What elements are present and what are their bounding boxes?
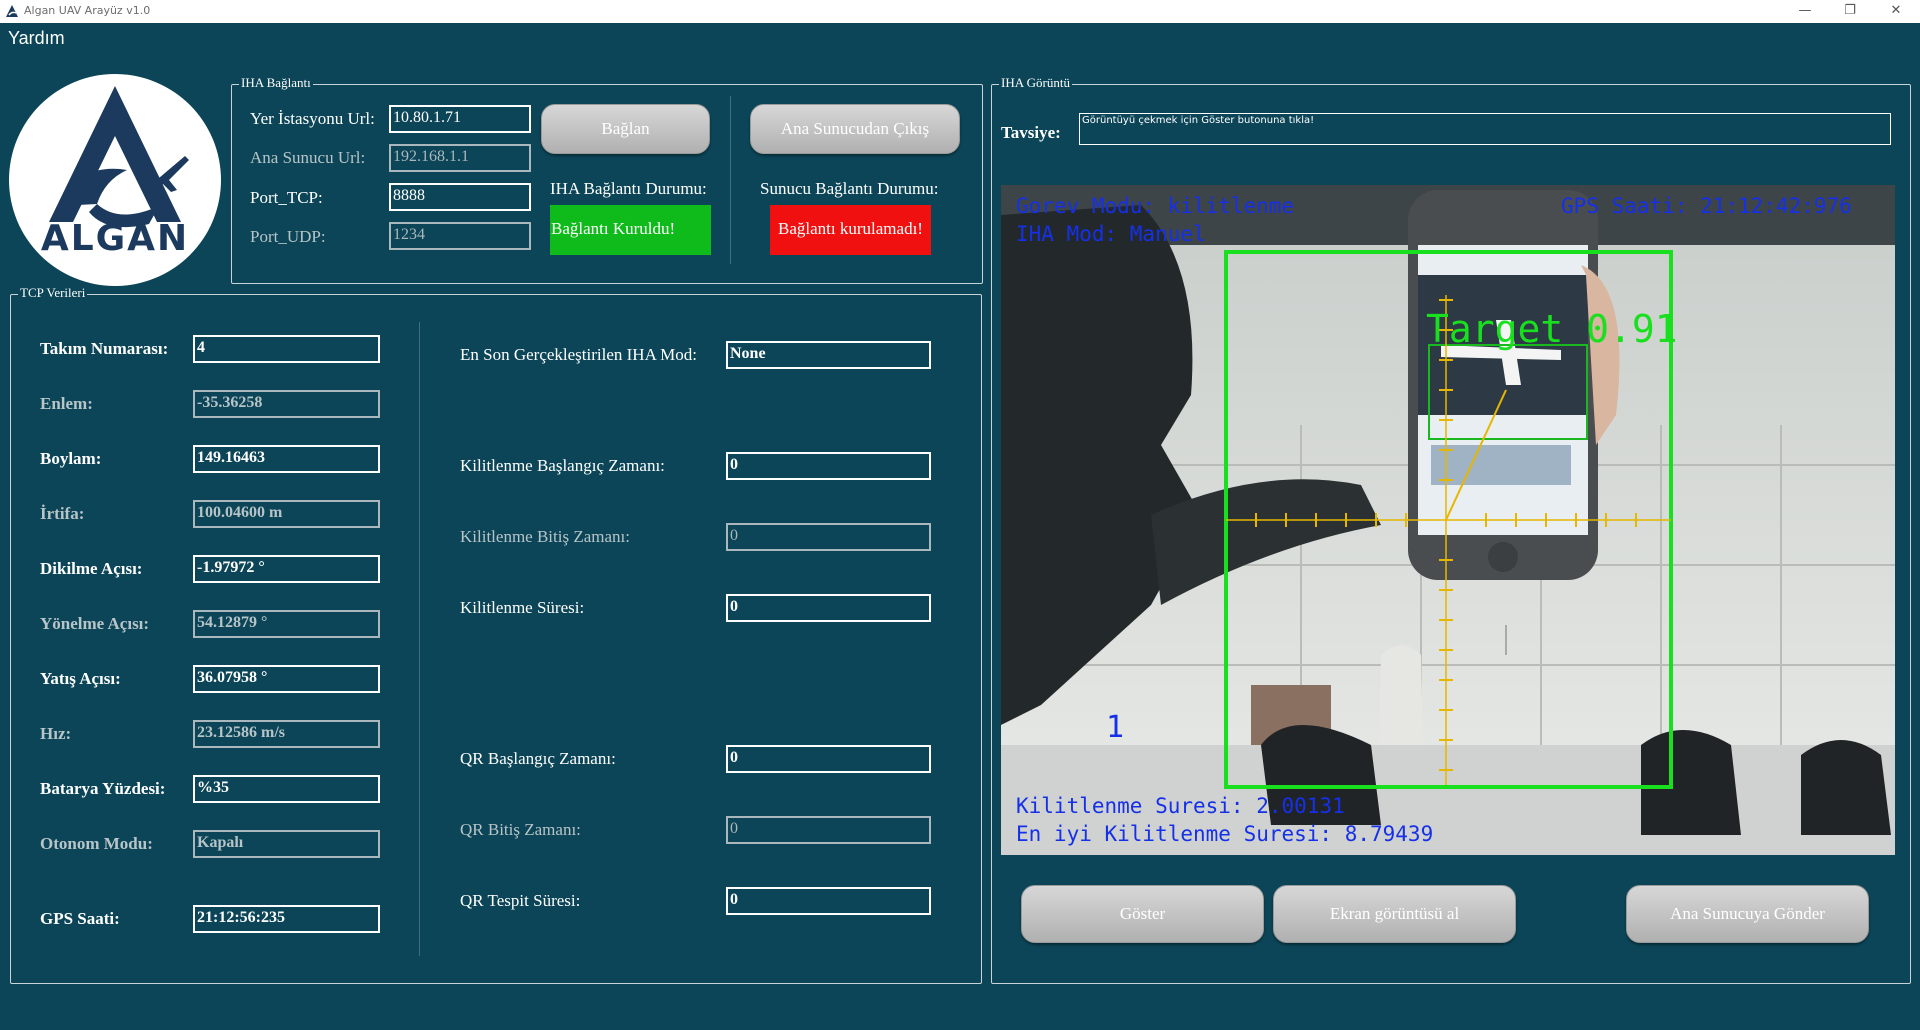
osd-counter: 1 (1106, 710, 1125, 745)
connect-button[interactable]: Bağlan (541, 104, 710, 154)
target-vector (1445, 389, 1507, 521)
qr-duration-field: 0 (726, 887, 931, 915)
port-tcp-label: Port_TCP: (250, 188, 323, 207)
algan-logo: ALGAN (9, 74, 221, 286)
app-logo-icon (6, 5, 18, 17)
osd-gps-time: GPS Saati: 21:12:42:976 (1561, 194, 1852, 218)
osd-target-label: Target 0.91 (1426, 307, 1678, 351)
overlay-graphics (1224, 250, 1673, 789)
server-status-badge: Bağlantı kurulamadı! (770, 205, 931, 255)
advice-label: Tavsiye: (1001, 123, 1061, 142)
qr-end-field: 0 (726, 816, 931, 844)
roll-field: 36.07958 ° (193, 665, 380, 693)
speed-field: 23.12586 m/s (193, 720, 380, 748)
pitch-label: Dikilme Açısı: (40, 559, 143, 578)
main-server-url-label: Ana Sunucu Url: (250, 148, 366, 167)
send-to-server-button[interactable]: Ana Sunucuya Gönder (1626, 885, 1869, 943)
latitude-field: -35.36258 (193, 390, 380, 418)
exit-server-button[interactable]: Ana Sunucudan Çıkış (750, 104, 960, 154)
osd-lock-duration: Kilitlenme Suresi: 2.00131 (1016, 794, 1345, 818)
restore-button[interactable]: ❐ (1827, 0, 1873, 23)
lock-end-label: Kilitlenme Bitiş Zamanı: (460, 527, 630, 546)
osd-best-lock-duration: En iyi Kilitlenme Suresi: 8.79439 (1016, 822, 1434, 846)
team-number-field: 4 (193, 335, 380, 363)
osd-uav-mode: IHA Mod: Manuel (1016, 222, 1206, 246)
lock-end-field: 0 (726, 523, 931, 551)
lock-start-label: Kilitlenme Başlangıç Zamanı: (460, 456, 665, 475)
port-udp-label: Port_UDP: (250, 227, 326, 246)
window-title: Algan UAV Arayüz v1.0 (24, 4, 151, 17)
show-button[interactable]: Göster (1021, 885, 1264, 943)
title-bar: Algan UAV Arayüz v1.0 — ❐ ✕ (0, 0, 1920, 23)
altitude-label: İrtifa: (40, 504, 85, 523)
battery-label: Batarya Yüzdesi: (40, 779, 166, 798)
uav-status-label: IHA Bağlantı Durumu: (550, 179, 707, 198)
last-mode-label: En Son Gerçekleştirilen IHA Mod: (460, 345, 698, 364)
lock-duration-field: 0 (726, 594, 931, 622)
gps-time-label: GPS Saati: (40, 909, 120, 928)
connection-group-title: IHA Bağlantı (239, 75, 313, 91)
logo-text: ALGAN (41, 218, 189, 259)
connection-divider (730, 96, 731, 264)
port-tcp-input[interactable]: 8888 (389, 183, 531, 211)
qr-start-label: QR Başlangıç Zamanı: (460, 749, 616, 768)
ground-station-url-input[interactable]: 10.80.1.71 (389, 105, 531, 133)
speed-label: Hız: (40, 724, 72, 743)
battery-field: %35 (193, 775, 380, 803)
tcp-data-group-title: TCP Verileri (18, 285, 88, 301)
ground-station-url-label: Yer İstasyonu Url: (250, 109, 375, 128)
tcp-data-group: TCP Verileri (10, 285, 982, 984)
autonomous-mode-label: Otonom Modu: (40, 834, 153, 853)
team-number-label: Takım Numarası: (40, 339, 169, 358)
main-server-url-input[interactable]: 192.168.1.1 (389, 144, 531, 172)
lock-duration-label: Kilitlenme Süresi: (460, 598, 585, 617)
uav-status-badge: Bağlantı Kuruldu! (550, 205, 711, 255)
autonomous-mode-field: Kapalı (193, 830, 380, 858)
close-button[interactable]: ✕ (1873, 0, 1919, 23)
view-group-title: IHA Görüntü (999, 75, 1072, 91)
menu-bar: Yardım (0, 23, 1920, 53)
longitude-field: 149.16463 (193, 445, 380, 473)
algan-logo-icon: ALGAN (41, 86, 189, 259)
qr-end-label: QR Bitiş Zamanı: (460, 820, 581, 839)
port-udp-input[interactable]: 1234 (389, 222, 531, 250)
menu-help[interactable]: Yardım (8, 28, 65, 49)
gps-time-field: 21:12:56:235 (193, 905, 380, 933)
roll-label: Yatış Açısı: (40, 669, 121, 688)
qr-duration-label: QR Tespit Süresi: (460, 891, 581, 910)
altitude-field: 100.04600 m (193, 500, 380, 528)
osd-mission-mode: Gorev Modu: kilitlenme (1016, 194, 1295, 218)
heading-label: Yönelme Açısı: (40, 614, 150, 633)
screenshot-button[interactable]: Ekran görüntüsü al (1273, 885, 1516, 943)
longitude-label: Boylam: (40, 449, 102, 468)
last-mode-field: None (726, 341, 931, 369)
latitude-label: Enlem: (40, 394, 93, 413)
camera-view: Gorev Modu: kilitlenme IHA Mod: Manuel G… (1001, 185, 1895, 855)
heading-field: 54.12879 ° (193, 610, 380, 638)
minimize-button[interactable]: — (1782, 0, 1828, 23)
lock-start-field: 0 (726, 452, 931, 480)
qr-start-field: 0 (726, 745, 931, 773)
pitch-field: -1.97972 ° (193, 555, 380, 583)
tcp-divider (419, 322, 420, 956)
server-status-label: Sunucu Bağlantı Durumu: (760, 179, 939, 198)
advice-field: Görüntüyü çekmek için Göster butonuna tı… (1079, 113, 1891, 145)
